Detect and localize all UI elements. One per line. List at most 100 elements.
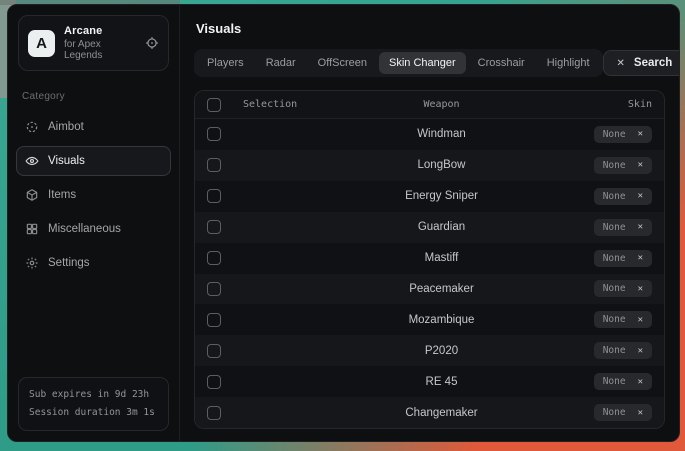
sidebar-item-label: Settings [48,257,90,269]
clear-skin-icon[interactable]: ✕ [638,377,643,387]
sidebar-item-settings[interactable]: Settings [16,248,171,278]
skin-badge[interactable]: None✕ [594,219,652,236]
weapon-name: Windman [335,128,548,140]
main-panel: Visuals Players Radar OffScreen Skin Cha… [180,5,679,441]
row-checkbox[interactable] [207,127,221,141]
skin-value: None [603,376,626,387]
weapon-name: RE 45 [335,376,548,388]
table-row: Mastiff None✕ [195,243,664,274]
tab-highlight[interactable]: Highlight [537,52,600,74]
sidebar: A Arcane for Apex Legends Category [8,5,180,441]
table-row: Mozambique None ✕ [195,304,664,335]
sidebar-nav: Aimbot Visuals Items [8,112,179,278]
skin-value: None [603,129,626,140]
clear-skin-icon[interactable]: ✕ [638,315,643,325]
row-checkbox[interactable] [207,189,221,203]
row-checkbox[interactable] [207,220,221,234]
clear-skin-icon[interactable]: ✕ [638,222,643,232]
skin-value: None [603,407,626,418]
weapon-name: P2020 [335,345,548,357]
clear-skin-icon[interactable]: ✕ [638,129,643,139]
app-meta: Arcane for Apex Legends [64,25,136,61]
app-header-card: A Arcane for Apex Legends [18,15,169,71]
clear-skin-icon[interactable]: ✕ [638,191,643,201]
weapon-name: Mozambique [335,314,548,326]
skin-badge[interactable]: None ✕ [594,342,652,359]
table-row: RE 45 None ✕ [195,366,664,397]
gear-icon [25,256,39,270]
row-checkbox[interactable] [207,344,221,358]
skin-value: None [603,345,626,356]
search-button-label: Search [634,57,672,69]
skin-badge[interactable]: None ✕ [594,280,652,297]
skin-value: None [603,283,626,294]
weapon-name: Peacemaker [335,283,548,295]
row-checkbox[interactable] [207,313,221,327]
skin-badge[interactable]: None ✕ [594,373,652,390]
skin-badge[interactable]: None✕ [594,250,652,267]
tab-offscreen[interactable]: OffScreen [308,52,377,74]
row-checkbox[interactable] [207,251,221,265]
grid-icon [25,222,39,236]
sidebar-item-label: Aimbot [48,121,84,133]
skin-value: None [603,314,626,325]
session-duration-text: Session duration 3m 1s [29,404,158,422]
skin-table: Selection Weapon Skin Windman None ✕ Long… [194,90,665,429]
sidebar-item-label: Items [48,189,76,201]
select-all-checkbox[interactable] [207,98,221,112]
tab-crosshair[interactable]: Crosshair [468,52,535,74]
tab-players[interactable]: Players [197,52,254,74]
app-window: A Arcane for Apex Legends Category [7,4,680,442]
table-row: Guardian None✕ [195,212,664,243]
header-selection: Selection [243,99,335,110]
row-checkbox[interactable] [207,158,221,172]
row-checkbox[interactable] [207,375,221,389]
search-button[interactable]: ✕ Search [603,50,680,76]
header-skin: Skin [548,99,652,110]
eye-icon [25,154,39,168]
table-row: P2020 None ✕ [195,335,664,366]
clear-skin-icon[interactable]: ✕ [638,408,643,418]
clear-skin-icon[interactable]: ✕ [638,160,643,170]
table-row: Peacemaker None ✕ [195,274,664,305]
weapon-name: Guardian [335,221,548,233]
app-logo: A [28,30,55,57]
target-icon[interactable] [145,36,159,50]
page-title: Visuals [196,21,665,36]
clear-skin-icon[interactable]: ✕ [638,284,643,294]
category-label: Category [22,91,165,102]
weapon-name: LongBow [335,159,548,171]
session-info-card: Sub expires in 9d 23h Session duration 3… [18,377,169,431]
clear-skin-icon[interactable]: ✕ [638,346,643,356]
table-header-row: Selection Weapon Skin [195,91,664,119]
clear-skin-icon[interactable]: ✕ [638,253,643,263]
crosshair-icon [25,120,39,134]
tab-radar[interactable]: Radar [256,52,306,74]
row-checkbox[interactable] [207,282,221,296]
skin-badge[interactable]: None ✕ [594,311,652,328]
table-row: LongBow None✕ [195,150,664,181]
skin-badge[interactable]: None ✕ [594,188,652,205]
app-subtitle: for Apex Legends [64,39,136,61]
sidebar-item-items[interactable]: Items [16,180,171,210]
controls-row: Players Radar OffScreen Skin Changer Cro… [194,49,665,77]
tab-bar: Players Radar OffScreen Skin Changer Cro… [194,49,603,77]
weapon-name: Mastiff [335,252,548,264]
skin-value: None [603,191,626,202]
app-name: Arcane [64,25,136,37]
skin-badge[interactable]: None ✕ [594,404,652,421]
skin-badge[interactable]: None ✕ [594,126,652,143]
tab-skin-changer[interactable]: Skin Changer [379,52,466,74]
sidebar-item-miscellaneous[interactable]: Miscellaneous [16,214,171,244]
row-checkbox[interactable] [207,406,221,420]
weapon-name: Energy Sniper [335,190,548,202]
sidebar-item-aimbot[interactable]: Aimbot [16,112,171,142]
table-body: Windman None✕ LongBow None✕ Energy Snipe… [195,119,664,428]
sidebar-item-label: Visuals [48,155,85,167]
table-row: Windman None ✕ [195,119,664,150]
search-icon: ✕ [617,58,625,69]
header-weapon: Weapon [335,99,548,110]
sidebar-item-visuals[interactable]: Visuals [16,146,171,176]
skin-badge[interactable]: None✕ [594,157,652,174]
table-row: Changemaker None✕ [195,397,664,428]
